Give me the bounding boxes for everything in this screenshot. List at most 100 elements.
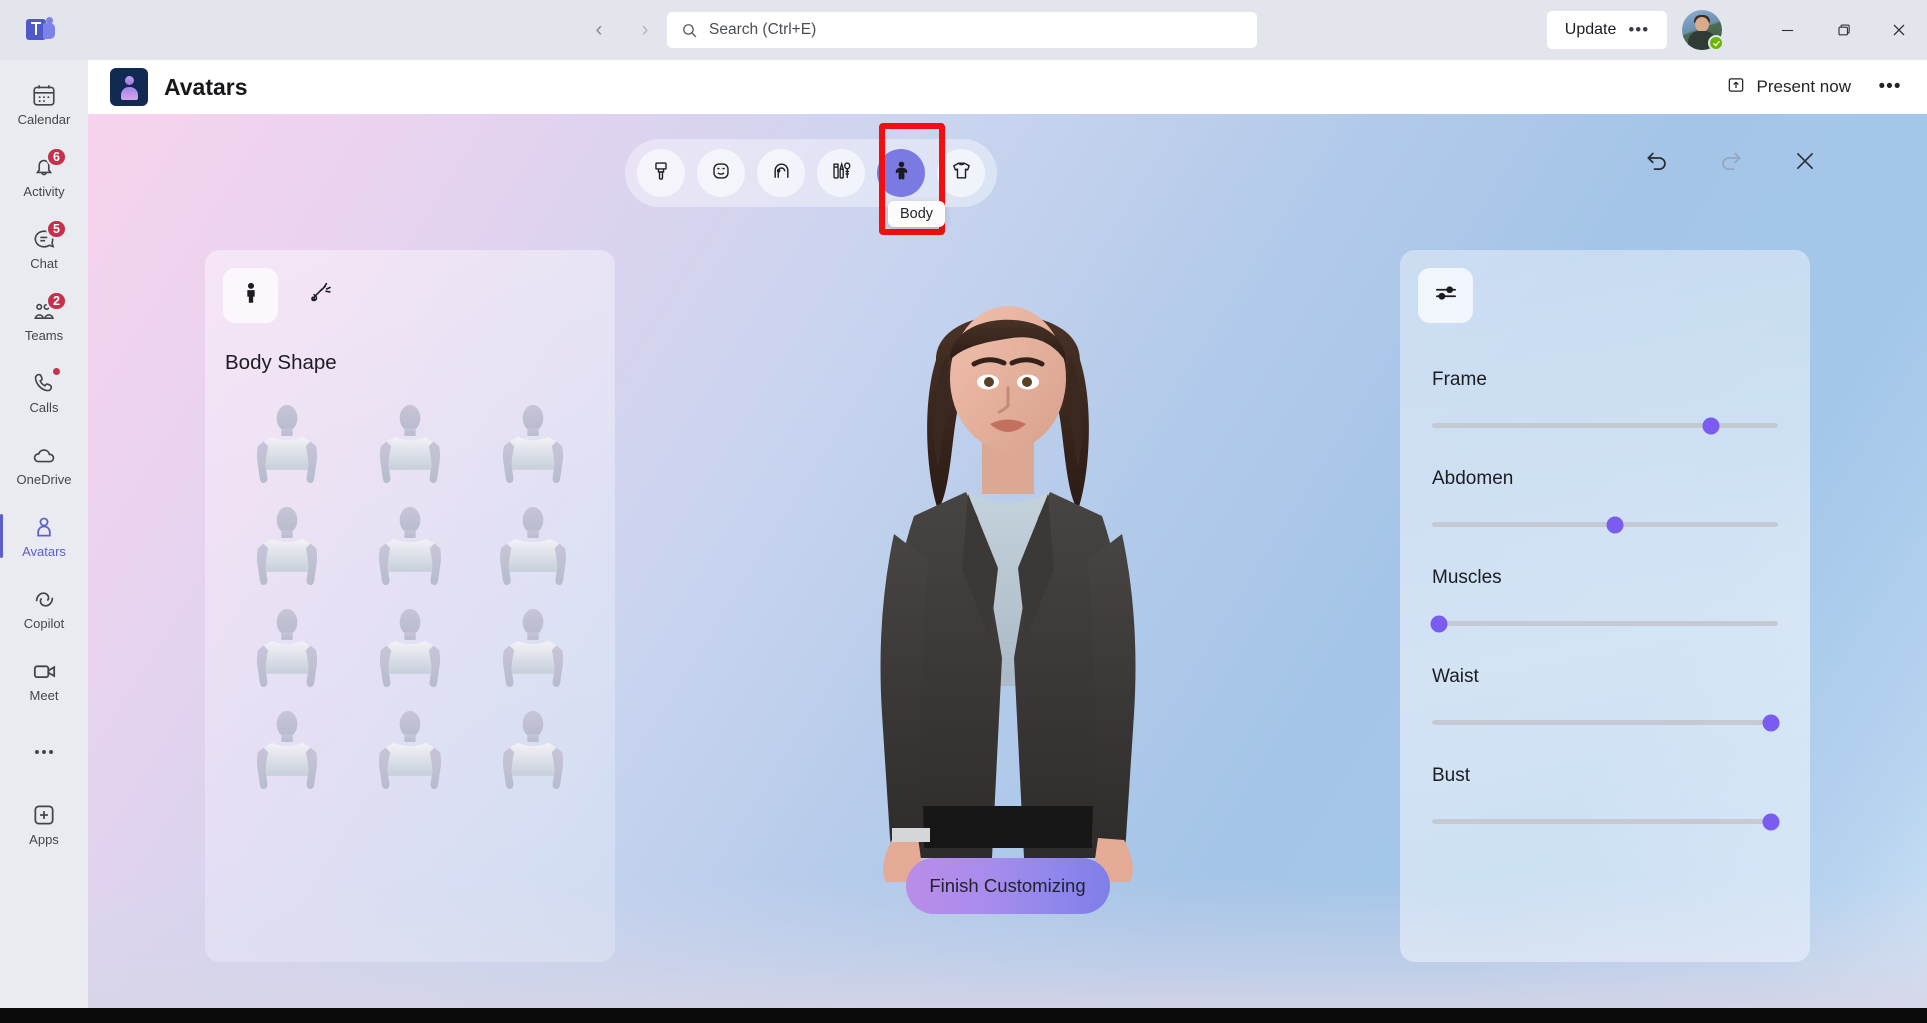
slider-track[interactable]: [1430, 615, 1778, 632]
sidebar-item-onedrive[interactable]: OneDrive: [0, 428, 88, 500]
update-button[interactable]: Update •••: [1547, 11, 1667, 49]
body-tab-tooltip: Body: [888, 201, 946, 227]
panel-tab-prosthetics[interactable]: [294, 268, 349, 323]
right-panel-tabs: [1400, 250, 1810, 323]
slider-knob[interactable]: [1430, 615, 1448, 632]
sidebar-item-copilot[interactable]: Copilot: [0, 572, 88, 644]
body-shape-option[interactable]: [225, 703, 348, 803]
video-icon: [30, 657, 58, 685]
body-shape-option[interactable]: [348, 397, 471, 497]
header-more-button[interactable]: •••: [1873, 70, 1907, 104]
sidebar-item-meet[interactable]: Meet: [0, 644, 88, 716]
undo-button[interactable]: [1640, 146, 1674, 180]
activity-badge: 6: [46, 147, 67, 167]
minimize-button[interactable]: [1759, 0, 1815, 60]
search-icon: [681, 22, 698, 39]
back-button[interactable]: ‹: [585, 16, 613, 44]
close-button[interactable]: [1871, 0, 1927, 60]
app-header: Avatars Present now •••: [88, 60, 1927, 114]
slider-label: Muscles: [1432, 567, 1502, 588]
copilot-icon: [30, 585, 58, 613]
teams-badge: 2: [46, 291, 67, 311]
slider-knob[interactable]: [1762, 813, 1780, 830]
chat-icon: 5: [30, 219, 67, 253]
sidebar-item-apps[interactable]: Apps: [0, 788, 88, 860]
sidebar-item-avatars[interactable]: Avatars: [0, 500, 88, 572]
slider-knob[interactable]: [1762, 714, 1780, 731]
sidebar-item-calendar[interactable]: Calendar: [0, 68, 88, 140]
sidebar: Calendar 6 Activity 5 Chat 2 Teams Calls…: [0, 60, 88, 1023]
search-input[interactable]: Search (Ctrl+E): [667, 12, 1257, 48]
person-icon: [30, 513, 58, 541]
sidebar-item-label: Avatars: [22, 544, 66, 559]
sidebar-item-label: Calendar: [17, 112, 71, 127]
slider-muscles: Muscles: [1430, 567, 1778, 632]
apps-icon: [30, 801, 58, 829]
slider-track[interactable]: [1432, 417, 1778, 434]
body-shape-panel: Body Shape: [205, 250, 615, 962]
navigation-arrows: ‹ ›: [585, 0, 659, 60]
body-shape-option[interactable]: [472, 397, 595, 497]
slider-label: Waist: [1432, 666, 1479, 687]
canvas-actions: [1640, 146, 1822, 180]
sidebar-item-label: Apps: [29, 832, 59, 847]
left-panel-tabs: [205, 250, 615, 323]
category-tab-face[interactable]: [697, 149, 745, 197]
maximize-button[interactable]: [1815, 0, 1871, 60]
page-title: Avatars: [164, 73, 248, 100]
slider-track[interactable]: [1432, 714, 1780, 731]
tshirt-icon: [950, 159, 973, 187]
update-more-icon[interactable]: •••: [1628, 21, 1649, 38]
body-shape-option[interactable]: [348, 703, 471, 803]
sidebar-item-calls[interactable]: Calls: [0, 356, 88, 428]
slider-frame: Frame: [1432, 369, 1778, 434]
sidebar-item-chat[interactable]: 5 Chat: [0, 212, 88, 284]
avatar-preview[interactable]: [798, 242, 1218, 894]
body-shape-option[interactable]: [472, 601, 595, 701]
search-placeholder: Search (Ctrl+E): [709, 21, 817, 38]
body-shape-option[interactable]: [225, 601, 348, 701]
body-shape-option[interactable]: [472, 499, 595, 599]
category-tab-makeup[interactable]: [817, 149, 865, 197]
close-editor-button[interactable]: [1788, 146, 1822, 180]
slider-knob[interactable]: [1702, 417, 1720, 434]
body-shape-option[interactable]: [472, 703, 595, 803]
forward-button[interactable]: ›: [631, 16, 659, 44]
body-shape-option[interactable]: [348, 601, 471, 701]
present-now-label: Present now: [1756, 77, 1852, 96]
sidebar-item-label: Teams: [24, 328, 64, 343]
body-shape-grid: [225, 397, 595, 803]
body-shape-option[interactable]: [225, 397, 348, 497]
body-shape-option[interactable]: [348, 499, 471, 599]
finish-customizing-button[interactable]: Finish Customizing: [905, 858, 1110, 914]
category-toolbar: [625, 139, 997, 207]
close-icon: [1792, 148, 1818, 179]
slider-track[interactable]: [1432, 813, 1780, 830]
category-tab-hair[interactable]: [757, 149, 805, 197]
teams-logo: [0, 0, 80, 60]
category-tab-clothing[interactable]: [937, 149, 985, 197]
redo-icon: [1717, 147, 1745, 180]
slider-label: Frame: [1432, 369, 1487, 390]
avatar-editor-canvas: Body Body Shape Frame Abdomen Muscles Wa…: [88, 114, 1927, 1008]
body-shape-option[interactable]: [225, 499, 348, 599]
window-controls: [1759, 0, 1927, 60]
redo-button[interactable]: [1714, 146, 1748, 180]
prosthetic-arm-icon: [308, 280, 335, 312]
slider-track[interactable]: [1432, 516, 1778, 533]
sidebar-item-activity[interactable]: 6 Activity: [0, 140, 88, 212]
present-now-button[interactable]: Present now: [1714, 68, 1864, 107]
slider-label: Abdomen: [1432, 468, 1514, 489]
undo-icon: [1643, 147, 1671, 180]
sidebar-item-teams[interactable]: 2 Teams: [0, 284, 88, 356]
body-sliders-panel: Frame Abdomen Muscles Waist Bust: [1400, 250, 1810, 962]
finish-customizing-label: Finish Customizing: [929, 875, 1086, 896]
panel-tab-sliders[interactable]: [1418, 268, 1473, 323]
slider-knob[interactable]: [1606, 516, 1624, 533]
category-tab-appearance[interactable]: [637, 149, 685, 197]
panel-title: Body Shape: [225, 351, 337, 374]
sidebar-item-more[interactable]: [0, 716, 88, 788]
paintbrush-icon: [650, 160, 672, 187]
panel-tab-body-shape[interactable]: [223, 268, 278, 323]
category-tab-body[interactable]: [877, 149, 925, 197]
